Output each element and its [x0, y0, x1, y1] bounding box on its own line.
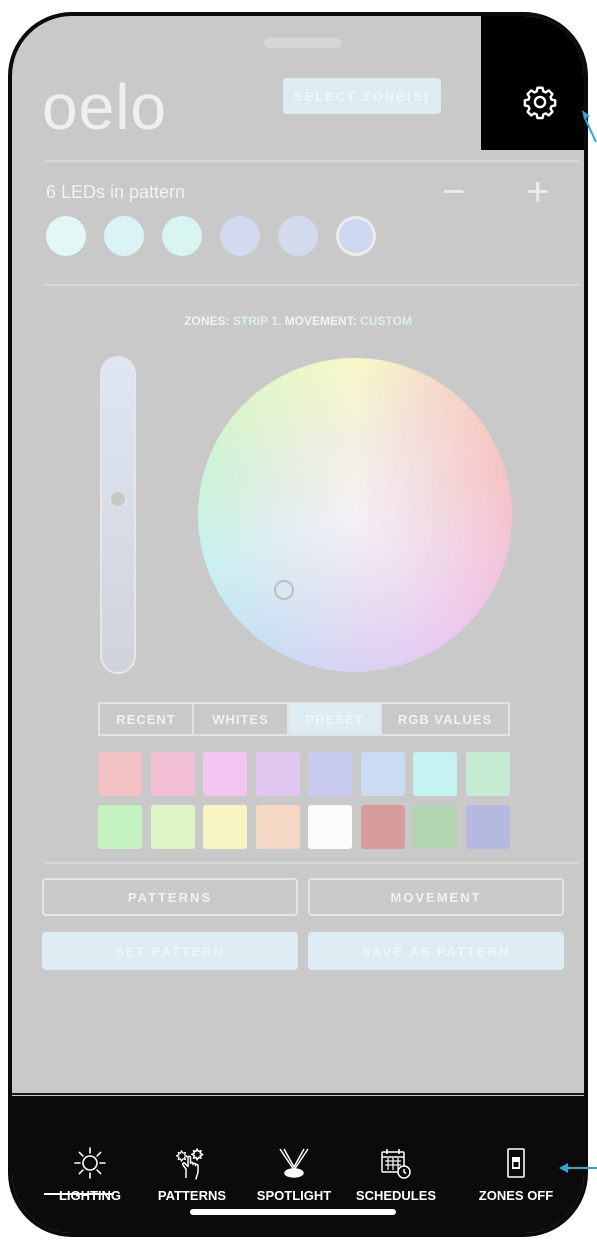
- select-zones-button[interactable]: SELECT ZONE(S): [283, 78, 441, 114]
- movement-label: MOVEMENT:: [284, 314, 357, 328]
- color-swatch[interactable]: [150, 805, 195, 849]
- zones-movement-line: ZONES: STRIP 1. MOVEMENT: CUSTOM: [12, 314, 584, 328]
- brightness-slider-handle[interactable]: [109, 490, 127, 508]
- calendar-clock-icon: [381, 1149, 411, 1179]
- nav-separator: [12, 1093, 584, 1095]
- nav-item-patterns[interactable]: PATTERNS: [142, 1146, 242, 1203]
- nav-item-spotlight[interactable]: SPOTLIGHT: [244, 1146, 344, 1203]
- sun-icon: [74, 1147, 106, 1179]
- tab-whites[interactable]: WHITES: [194, 704, 289, 734]
- zones-label: ZONES:: [184, 314, 230, 328]
- led-dot[interactable]: [278, 216, 318, 256]
- color-wheel[interactable]: [198, 358, 512, 672]
- nav-label-patterns: PATTERNS: [157, 1188, 227, 1203]
- home-indicator[interactable]: [190, 1209, 396, 1215]
- settings-highlight: [481, 16, 584, 150]
- tab-rgb-values[interactable]: RGB VALUES: [382, 704, 508, 734]
- color-swatch[interactable]: [413, 752, 457, 796]
- nav-item-schedules[interactable]: SCHEDULES: [346, 1146, 446, 1203]
- divider: [44, 284, 580, 286]
- switch-icon: [507, 1148, 525, 1178]
- color-swatch[interactable]: [413, 805, 457, 849]
- color-swatch[interactable]: [150, 752, 195, 796]
- color-swatch[interactable]: [465, 752, 510, 796]
- color-swatch[interactable]: [308, 805, 352, 849]
- pointer-arrow-icon: [559, 1163, 597, 1173]
- led-dot[interactable]: [220, 216, 260, 256]
- remove-led-button[interactable]: −: [442, 172, 465, 212]
- spotlight-icon: [279, 1148, 309, 1178]
- patterns-button[interactable]: PATTERNS: [42, 878, 298, 916]
- save-as-pattern-button[interactable]: SAVE AS PATTERN: [308, 932, 564, 970]
- color-swatch[interactable]: [360, 752, 405, 796]
- add-led-button[interactable]: +: [526, 172, 549, 212]
- phone-frame: oelo SELECT ZONE(S) 6 LEDs in pattern − …: [8, 12, 588, 1237]
- brightness-slider[interactable]: [100, 356, 136, 674]
- hand-lights-icon: [176, 1148, 204, 1180]
- app-screen: oelo SELECT ZONE(S) 6 LEDs in pattern − …: [12, 16, 584, 1233]
- app-logo: oelo: [42, 71, 167, 143]
- color-swatch[interactable]: [255, 805, 300, 849]
- gear-icon[interactable]: [522, 84, 558, 120]
- led-dot[interactable]: [46, 216, 86, 256]
- led-dot[interactable]: [162, 216, 202, 256]
- nav-label-schedules: SCHEDULES: [355, 1188, 437, 1203]
- color-swatch[interactable]: [98, 805, 142, 849]
- color-source-tabs: RECENT WHITES PRESET RGB VALUES: [98, 702, 510, 736]
- color-swatch[interactable]: [203, 752, 247, 796]
- nav-label-zones-off: ZONES OFF: [478, 1188, 554, 1203]
- divider: [44, 862, 580, 864]
- nav-label-spotlight: SPOTLIGHT: [256, 1188, 332, 1203]
- leds-count-label: 6 LEDs in pattern: [46, 182, 186, 202]
- tab-preset[interactable]: PRESET: [289, 704, 382, 734]
- speaker-notch: [264, 38, 342, 48]
- led-dot[interactable]: [104, 216, 144, 256]
- pointer-arrow-icon: [582, 110, 597, 143]
- color-swatch[interactable]: [98, 752, 142, 796]
- color-swatch[interactable]: [255, 752, 300, 796]
- zone-value: STRIP 1.: [232, 314, 282, 328]
- set-pattern-button[interactable]: SET PATTERN: [42, 932, 298, 970]
- color-wheel-handle[interactable]: [274, 580, 294, 600]
- led-dot[interactable]: [336, 216, 376, 256]
- color-swatch[interactable]: [360, 805, 405, 849]
- nav-item-zones-off[interactable]: ZONES OFF: [466, 1146, 566, 1203]
- color-swatch[interactable]: [308, 752, 352, 796]
- color-swatch[interactable]: [465, 805, 510, 849]
- divider: [44, 160, 580, 162]
- active-tab-underline: [44, 1193, 114, 1195]
- movement-button[interactable]: MOVEMENT: [308, 878, 564, 916]
- nav-label-lighting: LIGHTING: [58, 1188, 122, 1203]
- tab-recent[interactable]: RECENT: [100, 704, 194, 734]
- color-swatch[interactable]: [203, 805, 247, 849]
- movement-value: CUSTOM: [360, 314, 412, 328]
